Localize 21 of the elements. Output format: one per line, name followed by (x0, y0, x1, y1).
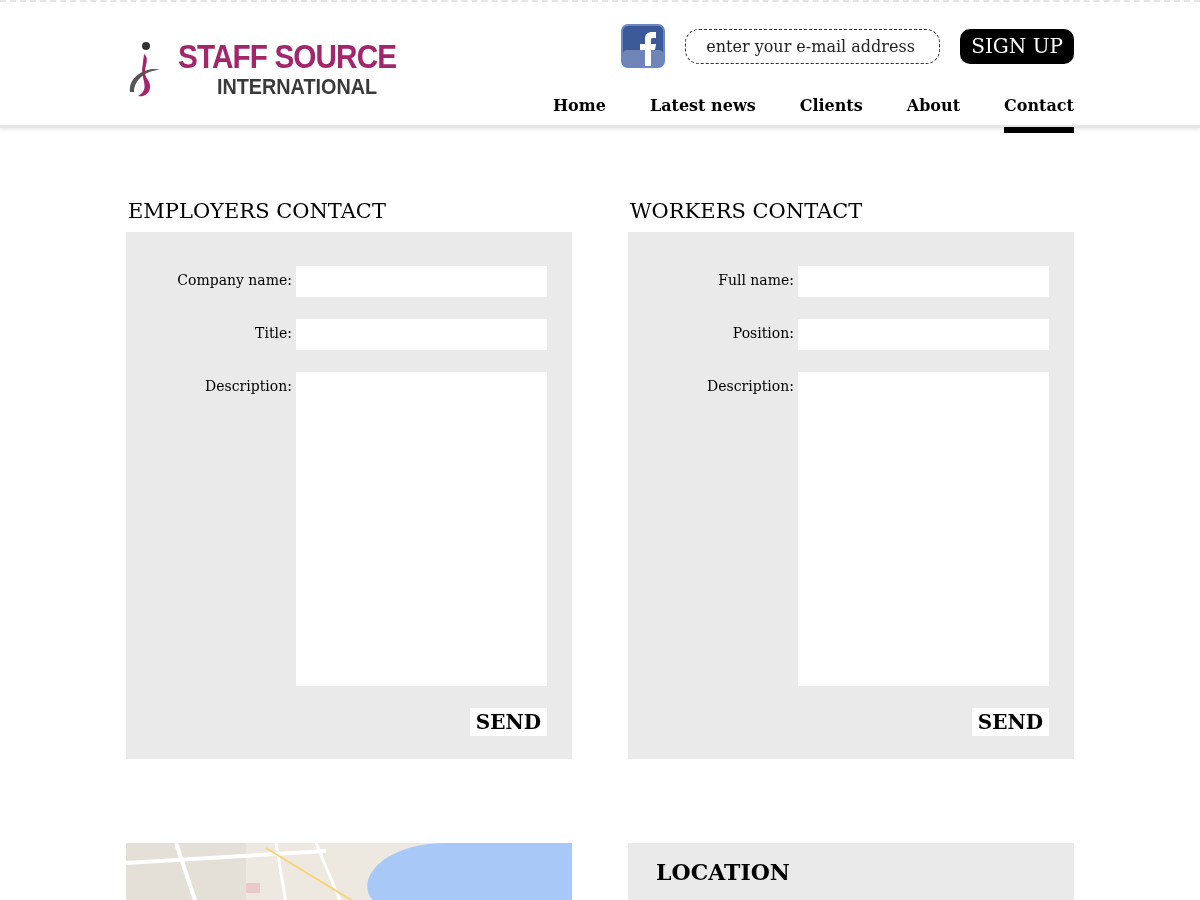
logo-subtitle: INTERNATIONAL (217, 73, 378, 100)
form-heading: WORKERS CONTACT (630, 198, 864, 224)
field-label: Full name: (717, 271, 794, 288)
nav-link[interactable]: Clients (799, 90, 863, 133)
facebook-icon[interactable] (621, 24, 666, 68)
field-label: Description: (204, 377, 292, 394)
field-label: Title: (254, 324, 292, 341)
nav-link[interactable]: Latest news (649, 90, 756, 133)
sign-up-button[interactable]: SIGN UP (960, 28, 1074, 64)
send-button[interactable]: SEND (469, 708, 547, 736)
nav-link[interactable]: About (906, 90, 961, 133)
send-button[interactable]: SEND (971, 708, 1049, 736)
nav-link[interactable]: Home (553, 90, 606, 133)
email-field[interactable]: enter your e-mail address (685, 28, 941, 64)
field-label: Description: (706, 377, 794, 394)
nav-link[interactable]: Contact (1004, 90, 1074, 133)
logo-title: STAFF SOURCE (178, 39, 397, 74)
field-label: Position: (731, 324, 794, 341)
location-heading: LOCATION (656, 859, 791, 885)
form-heading: EMPLOYERS CONTACT (128, 198, 387, 224)
field-label: Company name: (176, 271, 292, 288)
